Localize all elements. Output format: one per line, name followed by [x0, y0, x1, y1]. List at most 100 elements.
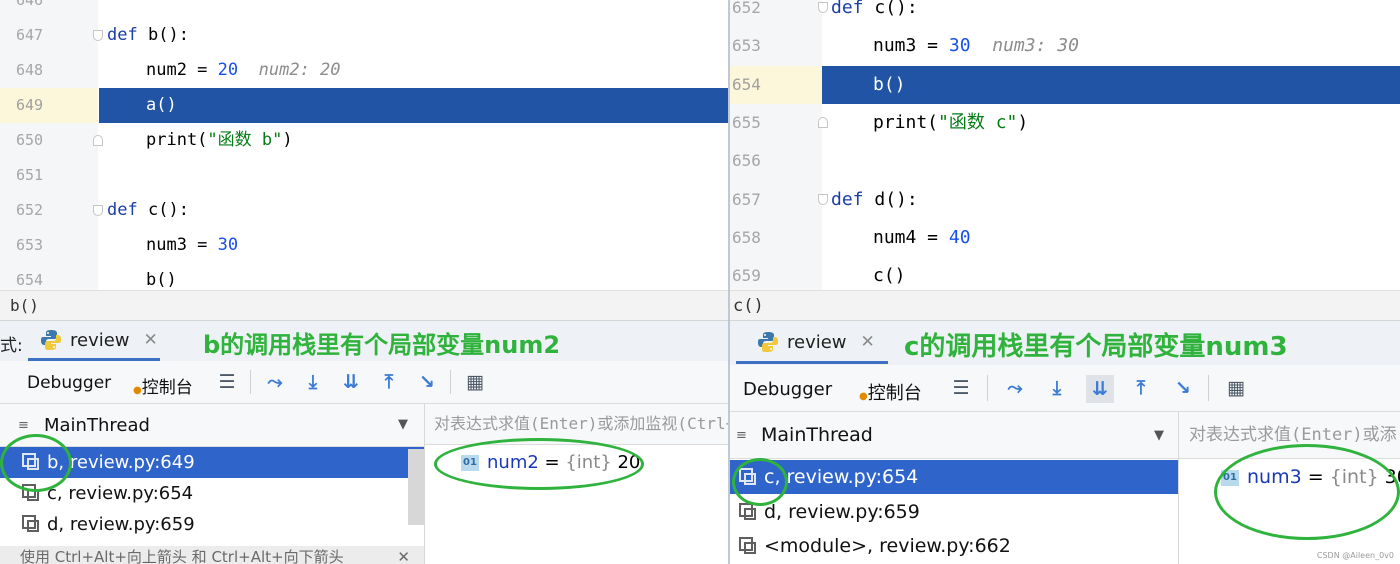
evaluate-table-icon[interactable]: ▦: [463, 370, 487, 394]
navigation-hint: 使用 Ctrl+Alt+向上箭头 和 Ctrl+Alt+向下箭头 ✕: [0, 546, 424, 564]
toolbar-separator: [250, 370, 251, 394]
frame-icon: [22, 515, 39, 532]
line-number: 649: [0, 88, 98, 123]
code-text: num3 = 30 num3: 30: [873, 27, 1079, 65]
inline-value-hint: num3: 30: [992, 35, 1079, 56]
frame-icon: [739, 503, 756, 520]
code-punct: ): [1017, 112, 1029, 133]
code-editor[interactable]: 646 647 def b(): 648 num2 = 20 num2: 20 …: [0, 0, 728, 290]
line-number: 658: [732, 228, 761, 247]
code-line: 655 print("函数 c"): [730, 104, 1400, 142]
frames-panel: ≡ MainThread ▼ b, review.py:649 c, revie…: [0, 404, 425, 564]
menu-icon[interactable]: ☰: [949, 376, 973, 400]
run-to-cursor-icon[interactable]: ↘: [415, 370, 439, 394]
code-text: num4 = 40: [873, 219, 971, 257]
number-literal: 20: [217, 60, 239, 80]
thread-selector[interactable]: ≡ MainThread ▼: [730, 412, 1178, 459]
stack-frame[interactable]: <module>, review.py:662: [730, 529, 1178, 563]
code-assign: num3 =: [873, 35, 949, 56]
code-text: print("函数 b"): [146, 123, 293, 158]
breadcrumb-label: c(): [733, 296, 764, 316]
step-out-icon[interactable]: ⤒: [1129, 376, 1153, 400]
thread-icon: ≡: [736, 428, 747, 443]
evaluate-table-icon[interactable]: ▦: [1224, 376, 1248, 400]
code-text: c(): [873, 265, 906, 286]
step-over-icon[interactable]: ⤓: [1045, 376, 1069, 400]
tab-review[interactable]: review ✕: [40, 329, 158, 351]
step-into-my-code-icon[interactable]: ⇊: [1086, 375, 1114, 403]
code-text: num3 = 30: [146, 228, 238, 263]
code-punct: ():: [158, 200, 189, 220]
code-line: 650 print("函数 b"): [0, 123, 728, 158]
line-number: 652: [16, 201, 44, 219]
code-line: 658 num4 = 40: [730, 219, 1400, 257]
function-name: c: [874, 0, 886, 18]
close-icon[interactable]: ✕: [144, 330, 158, 350]
keyword: def: [107, 25, 138, 45]
console-label: 控制台: [867, 383, 922, 404]
breadcrumb[interactable]: c(): [730, 290, 1400, 321]
code-line: 651: [0, 158, 728, 193]
frame-label: c, review.py:654: [47, 483, 194, 504]
code-assign: num4 =: [873, 227, 949, 248]
run-to-cursor-icon[interactable]: ↘: [1171, 376, 1195, 400]
code-text: b(): [873, 74, 906, 95]
tab-console[interactable]: ●控制台: [859, 379, 922, 405]
fold-end-marker-icon[interactable]: [818, 117, 828, 128]
close-icon[interactable]: ✕: [397, 546, 410, 564]
show-execution-point-icon[interactable]: ⤳: [263, 370, 287, 394]
thread-selector[interactable]: ≡ MainThread ▼: [0, 404, 424, 447]
fold-marker-icon[interactable]: [93, 205, 103, 216]
right-screenshot-panel: 652 def c(): 653 num3 = 30 num3: 30 654 …: [730, 0, 1400, 564]
step-into-my-code-icon[interactable]: ⇊: [339, 370, 363, 394]
execution-highlight: [99, 88, 728, 123]
code-punct: ():: [885, 189, 918, 210]
stack-frame[interactable]: d, review.py:659: [730, 495, 1178, 529]
code-line: 646: [0, 0, 728, 18]
tab-label: review: [787, 331, 847, 353]
fold-end-marker-icon[interactable]: [93, 135, 103, 146]
toolbar-separator: [1208, 375, 1209, 401]
string-literal: "函数 b": [207, 130, 283, 150]
menu-icon[interactable]: ☰: [215, 370, 239, 394]
breadcrumb[interactable]: b(): [0, 290, 728, 321]
scrollbar[interactable]: [408, 449, 424, 525]
function-name: d: [874, 189, 886, 210]
line-number: 654: [16, 271, 44, 289]
line-number: 652: [732, 0, 761, 17]
show-execution-point-icon[interactable]: ⤳: [1003, 376, 1027, 400]
code-text: def c():: [107, 193, 189, 228]
tab-debugger[interactable]: Debugger: [743, 379, 832, 400]
line-number: 653: [16, 236, 44, 254]
frame-label: <module>, review.py:662: [764, 535, 1011, 557]
keyword: def: [107, 200, 138, 220]
frame-icon: [739, 537, 756, 554]
stack-frame[interactable]: c, review.py:654: [0, 478, 424, 509]
fold-marker-icon[interactable]: [93, 30, 103, 41]
chevron-down-icon[interactable]: ▼: [398, 417, 408, 432]
line-number: 648: [16, 61, 44, 79]
tab-debugger[interactable]: Debugger: [27, 373, 111, 393]
step-out-icon[interactable]: ⤒: [377, 370, 401, 394]
python-icon: [40, 329, 62, 351]
code-assign: num3 =: [146, 235, 218, 255]
code-text: num2 = 20 num2: 20: [146, 53, 341, 88]
stack-frame[interactable]: d, review.py:659: [0, 509, 424, 540]
left-screenshot-panel: 646 647 def b(): 648 num2 = 20 num2: 20 …: [0, 0, 728, 564]
tab-review[interactable]: review ✕: [757, 331, 875, 353]
tab-console[interactable]: ●控制台: [133, 373, 193, 398]
fold-marker-icon[interactable]: [818, 2, 828, 13]
line-number: 654: [730, 66, 822, 104]
code-editor[interactable]: 652 def c(): 653 num3 = 30 num3: 30 654 …: [730, 0, 1400, 290]
number-literal: 30: [217, 235, 239, 255]
close-icon[interactable]: ✕: [861, 332, 875, 352]
code-line: 653 num3 = 30: [0, 228, 728, 263]
fold-marker-icon[interactable]: [818, 194, 828, 205]
step-over-icon[interactable]: ⤓: [301, 370, 325, 394]
debugger-toolbar: Debugger ●控制台 ☰ ⤳ ⤓ ⇊ ⤒ ↘ ▦: [0, 361, 728, 404]
code-line: 653 num3 = 30 num3: 30: [730, 27, 1400, 65]
frames-panel: ≡ MainThread ▼ c, review.py:654 d, revie…: [730, 412, 1179, 564]
code-text: def c():: [831, 0, 918, 27]
chevron-down-icon[interactable]: ▼: [1154, 428, 1164, 443]
stack-frame[interactable]: c, review.py:654: [730, 460, 1178, 494]
